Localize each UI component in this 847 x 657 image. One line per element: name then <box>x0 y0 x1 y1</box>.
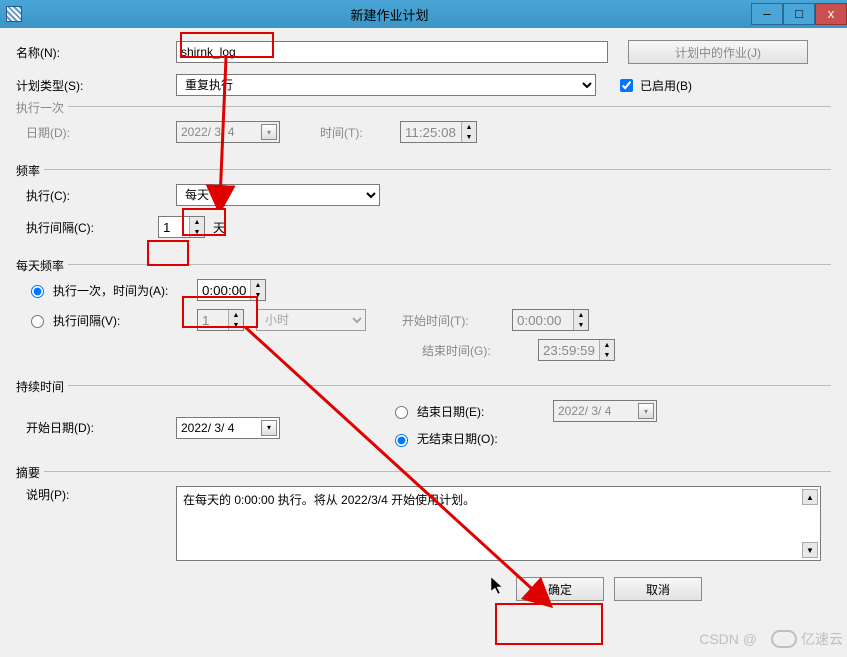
start-date-input[interactable]: 2022/ 3/ 4 ▾ <box>176 417 280 439</box>
enabled-label: 已启用(B) <box>640 77 692 94</box>
end-time-input: ▲▼ <box>538 339 615 361</box>
schedule-type-select[interactable]: 重复执行 <box>176 74 596 96</box>
daily-interval-value: ▲▼ <box>197 309 244 331</box>
once-date-input: 2022/ 3/ 4 ▾ <box>176 121 280 143</box>
titlebar: 新建作业计划 – □ x <box>0 0 847 28</box>
once-time-label: 时间(T): <box>320 124 400 141</box>
duration-legend: 持续时间 <box>16 378 68 395</box>
app-icon <box>6 6 22 22</box>
spin-down-icon[interactable]: ▼ <box>190 227 204 237</box>
summary-legend: 摘要 <box>16 464 44 481</box>
end-time-label: 结束时间(G): <box>422 342 532 359</box>
maximize-button[interactable]: □ <box>783 3 815 25</box>
daily-once-radio[interactable] <box>31 285 44 298</box>
start-time-input: ▲▼ <box>512 309 589 331</box>
exec-label: 执行(C): <box>26 187 176 204</box>
cancel-button[interactable]: 取消 <box>614 577 702 601</box>
cursor-icon <box>491 577 507 597</box>
calendar-icon[interactable]: ▾ <box>261 420 277 436</box>
spin-down-icon: ▼ <box>462 132 476 142</box>
start-date-label: 开始日期(D): <box>26 419 176 436</box>
daily-once-time-input[interactable]: ▲▼ <box>197 279 266 301</box>
daily-interval-label: 执行间隔(V): <box>53 312 191 329</box>
plan-jobs-button[interactable]: 计划中的作业(J) <box>628 40 808 64</box>
summary-group: 摘要 说明(P): 在每天的 0:00:00 执行。将从 2022/3/4 开始… <box>16 471 831 569</box>
interval-label: 执行间隔(C): <box>26 219 158 236</box>
close-button[interactable]: x <box>815 3 847 25</box>
end-date-label: 结束日期(E): <box>417 403 547 420</box>
ok-button[interactable]: 确定 <box>516 577 604 601</box>
window-title: 新建作业计划 <box>28 5 751 24</box>
interval-unit: 天 <box>213 219 225 236</box>
spin-up-icon[interactable]: ▲ <box>251 280 265 290</box>
exec-frequency-select[interactable]: 每天 <box>176 184 380 206</box>
start-time-label: 开始时间(T): <box>402 312 512 329</box>
once-date-label: 日期(D): <box>26 124 176 141</box>
spin-up-icon: ▲ <box>229 310 243 320</box>
no-end-date-radio[interactable] <box>395 434 408 447</box>
frequency-legend: 频率 <box>16 162 44 179</box>
spin-down-icon[interactable]: ▼ <box>251 290 265 300</box>
end-date-radio[interactable] <box>395 406 408 419</box>
once-time-input: ▲▼ <box>400 121 477 143</box>
minimize-button[interactable]: – <box>751 3 783 25</box>
duration-group: 持续时间 开始日期(D): 2022/ 3/ 4 ▾ 结束日期(E): 2022… <box>16 385 831 463</box>
description-label: 说明(P): <box>26 486 176 561</box>
dialog-body: 名称(N): 计划中的作业(J) 计划类型(S): 重复执行 已启用(B) 执行… <box>0 28 847 613</box>
daily-interval-radio[interactable] <box>31 315 44 328</box>
interval-input[interactable]: ▲▼ <box>158 216 205 238</box>
daily-legend: 每天频率 <box>16 257 68 274</box>
daily-interval-unit-select: 小时 <box>256 309 366 331</box>
scroll-up-icon[interactable]: ▲ <box>802 489 818 505</box>
run-once-legend: 执行一次 <box>16 99 68 116</box>
end-date-input: 2022/ 3/ 4 ▾ <box>553 400 657 422</box>
name-label: 名称(N): <box>16 44 176 61</box>
name-input[interactable] <box>176 41 608 63</box>
frequency-group: 频率 执行(C): 每天 执行间隔(C): ▲▼ 天 <box>16 169 831 256</box>
schedule-type-label: 计划类型(S): <box>16 77 176 94</box>
calendar-icon: ▾ <box>638 403 654 419</box>
cloud-icon <box>771 630 797 648</box>
scroll-down-icon[interactable]: ▼ <box>802 542 818 558</box>
description-textarea[interactable]: 在每天的 0:00:00 执行。将从 2022/3/4 开始使用计划。 ▲ ▼ <box>176 486 821 561</box>
watermark: CSDN @ 亿速云 <box>699 629 843 649</box>
daily-frequency-group: 每天频率 执行一次，时间为(A): ▲▼ 执行间隔(V): ▲▼ 小时 开始时间… <box>16 264 831 377</box>
spin-up-icon[interactable]: ▲ <box>190 217 204 227</box>
calendar-icon: ▾ <box>261 124 277 140</box>
run-once-group: 执行一次 日期(D): 2022/ 3/ 4 ▾ 时间(T): ▲▼ <box>16 106 831 161</box>
enabled-checkbox-input[interactable] <box>620 79 633 92</box>
spin-up-icon: ▲ <box>462 122 476 132</box>
no-end-date-label: 无结束日期(O): <box>417 430 498 447</box>
enabled-checkbox[interactable]: 已启用(B) <box>616 76 692 95</box>
daily-once-label: 执行一次，时间为(A): <box>53 282 191 299</box>
spin-down-icon: ▼ <box>229 320 243 330</box>
scrollbar[interactable]: ▲ ▼ <box>802 489 818 558</box>
